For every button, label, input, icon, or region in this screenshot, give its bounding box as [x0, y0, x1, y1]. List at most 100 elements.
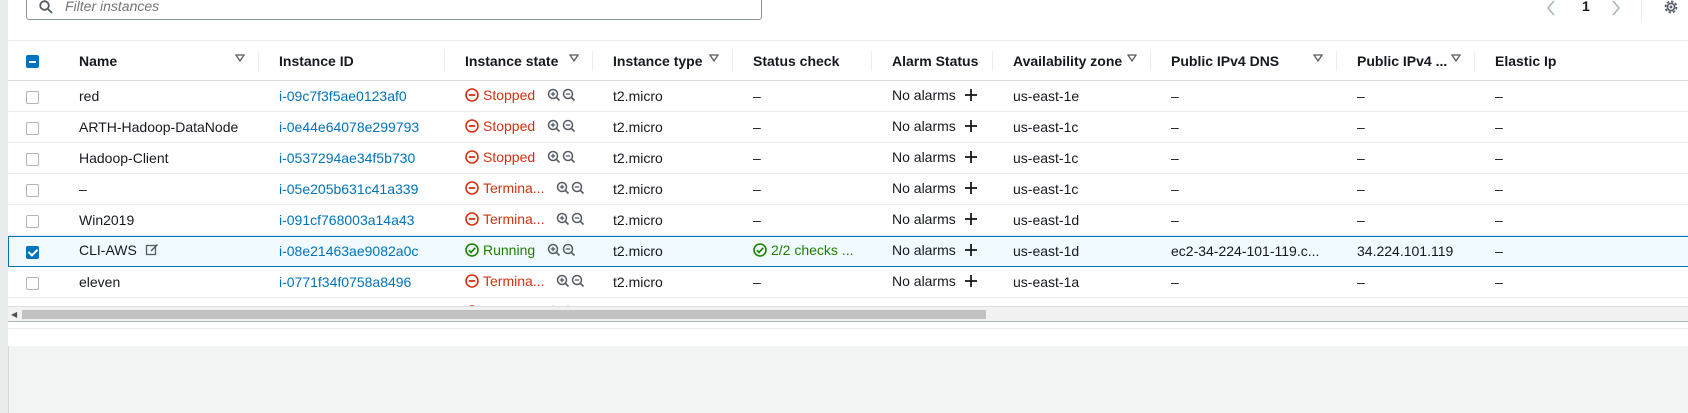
row-checkbox[interactable] — [26, 245, 39, 259]
plus-icon[interactable] — [964, 119, 978, 136]
table-header: Name Instance ID Instance state Instance… — [8, 40, 1688, 81]
caret-down-icon[interactable] — [1127, 54, 1137, 62]
status-check: – — [753, 274, 761, 290]
table-row[interactable]: red i-09c7f3f5ae0123af0 Stopped t2.micro – No… — [8, 81, 1688, 112]
column-alarm-status[interactable]: Alarm Status — [872, 40, 993, 81]
column-public-ipv4[interactable]: Public IPv4 ... — [1337, 40, 1475, 81]
status-check-cell: – — [733, 174, 872, 205]
instance-state: Stopped — [483, 149, 536, 166]
row-checkbox[interactable] — [26, 152, 39, 166]
instance-id-link[interactable]: i-0771f34f0758a8496 — [279, 274, 411, 290]
edit-icon[interactable] — [145, 243, 159, 260]
table-row[interactable]: ARTH-Hadoop-DataNode i-0e44e64078e299793 S… — [8, 112, 1688, 143]
status-check[interactable]: 2/2 checks ... — [771, 242, 853, 258]
column-instance-id[interactable]: Instance ID — [259, 40, 445, 81]
caret-down-icon[interactable] — [1313, 54, 1323, 62]
instance-id-link[interactable]: i-09c7f3f5ae0123af0 — [279, 88, 407, 104]
scroll-left-icon[interactable]: ◀ — [11, 310, 17, 319]
zoom-icons[interactable] — [547, 150, 577, 167]
instance-id-cell: i-08e21463ae9082a0c — [259, 236, 445, 267]
row-checkbox[interactable] — [26, 90, 39, 104]
plus-icon[interactable] — [964, 88, 978, 105]
status-check: – — [753, 150, 761, 166]
row-select-cell[interactable] — [8, 236, 59, 267]
column-availability-zone[interactable]: Availability zone — [993, 40, 1151, 81]
column-elastic-ip[interactable]: Elastic Ip — [1475, 40, 1688, 81]
alarm-status-cell: No alarms — [872, 205, 993, 236]
stop-circle-icon — [465, 150, 479, 167]
plus-icon[interactable] — [964, 212, 978, 229]
row-select-cell[interactable] — [8, 81, 59, 112]
column-name[interactable]: Name — [59, 40, 259, 81]
zoom-icons[interactable] — [547, 88, 577, 105]
public-ipv4-dns-cell: – — [1171, 150, 1179, 166]
public-ipv4-cell: – — [1357, 181, 1365, 197]
table-row[interactable]: Hadoop-Client i-0537294ae34f5b730 Stopped t… — [8, 143, 1688, 174]
column-status-check[interactable]: Status check — [733, 40, 872, 81]
instance-state-cell: Running — [445, 236, 593, 267]
row-select-cell[interactable] — [8, 112, 59, 143]
scrollbar-thumb[interactable] — [22, 310, 986, 319]
alarm-status: No alarms — [892, 211, 956, 228]
instance-id-link[interactable]: i-091cf768003a14a43 — [279, 212, 414, 228]
instance-id-link[interactable]: i-08e21463ae9082a0c — [279, 243, 418, 259]
select-all-checkbox[interactable] — [26, 55, 39, 69]
plus-icon[interactable] — [964, 243, 978, 260]
row-select-cell[interactable] — [8, 143, 59, 174]
row-select-cell[interactable] — [8, 267, 59, 298]
status-check-cell: 2/2 checks ... — [733, 236, 872, 267]
row-checkbox[interactable] — [26, 214, 39, 228]
check-circle-icon — [753, 243, 767, 260]
elastic-ip-cell: – — [1495, 212, 1503, 228]
filter-instances-field[interactable] — [26, 0, 762, 20]
row-select-cell[interactable] — [8, 205, 59, 236]
table-row[interactable]: CLI-AWS i-08e21463ae9082a0c Running t2.mic… — [8, 235, 1688, 267]
horizontal-scrollbar[interactable]: ◀ — [8, 306, 1688, 321]
availability-zone-cell: us-east-1e — [1013, 88, 1080, 104]
plus-icon[interactable] — [964, 150, 978, 167]
table-row[interactable]: – i-05e205b631c41a339 Termina... t2.micro – N… — [8, 174, 1688, 205]
gear-icon[interactable] — [1662, 0, 1680, 16]
row-checkbox[interactable] — [26, 121, 39, 135]
plus-icon[interactable] — [964, 181, 978, 198]
column-instance-type[interactable]: Instance type — [593, 40, 733, 81]
instance-state-cell: Termina... — [445, 205, 593, 236]
column-public-ipv4-dns[interactable]: Public IPv4 DNS — [1151, 40, 1337, 81]
alarm-status: No alarms — [892, 149, 956, 166]
caret-down-icon[interactable] — [709, 54, 719, 62]
next-page-icon[interactable] — [1610, 0, 1622, 18]
instance-id-link[interactable]: i-0e44e64078e299793 — [279, 119, 419, 135]
name-cell: CLI-AWS — [59, 236, 259, 267]
public-ipv4-dns-cell: – — [1171, 119, 1179, 135]
row-checkbox[interactable] — [26, 183, 39, 197]
caret-down-icon[interactable] — [235, 54, 245, 62]
zoom-icons[interactable] — [556, 181, 586, 198]
zoom-icons[interactable] — [547, 243, 577, 260]
table-row[interactable]: eleven i-0771f34f0758a8496 Termina... t2.mi… — [8, 267, 1688, 298]
instance-id-cell: i-091cf768003a14a43 — [259, 205, 445, 236]
instance-state-cell: Termina... — [445, 267, 593, 298]
previous-page-icon[interactable] — [1545, 0, 1557, 18]
public-ipv4-dns-cell: – — [1171, 88, 1179, 104]
instance-id-link[interactable]: i-05e205b631c41a339 — [279, 181, 418, 197]
column-instance-state[interactable]: Instance state — [445, 40, 593, 81]
public-ipv4-dns-cell: – — [1171, 181, 1179, 197]
caret-down-icon[interactable] — [1451, 54, 1461, 62]
row-checkbox[interactable] — [26, 276, 39, 290]
plus-icon[interactable] — [964, 274, 978, 291]
elastic-ip-cell: – — [1495, 181, 1503, 197]
filter-input[interactable] — [63, 0, 667, 15]
alarm-status: No alarms — [892, 242, 956, 259]
caret-down-icon[interactable] — [569, 54, 579, 62]
zoom-icons[interactable] — [556, 274, 586, 291]
select-all-header[interactable] — [8, 40, 59, 81]
public-ipv4-dns-cell: – — [1171, 274, 1179, 290]
row-select-cell[interactable] — [8, 174, 59, 205]
table-row[interactable]: Win2019 i-091cf768003a14a43 Termina... t2.m… — [8, 205, 1688, 236]
status-check-cell: – — [733, 81, 872, 112]
instance-id-link[interactable]: i-0537294ae34f5b730 — [279, 150, 415, 166]
current-page[interactable]: 1 — [1582, 0, 1590, 18]
zoom-icons[interactable] — [547, 119, 577, 136]
zoom-icons[interactable] — [556, 212, 586, 229]
stop-circle-icon — [465, 181, 479, 198]
